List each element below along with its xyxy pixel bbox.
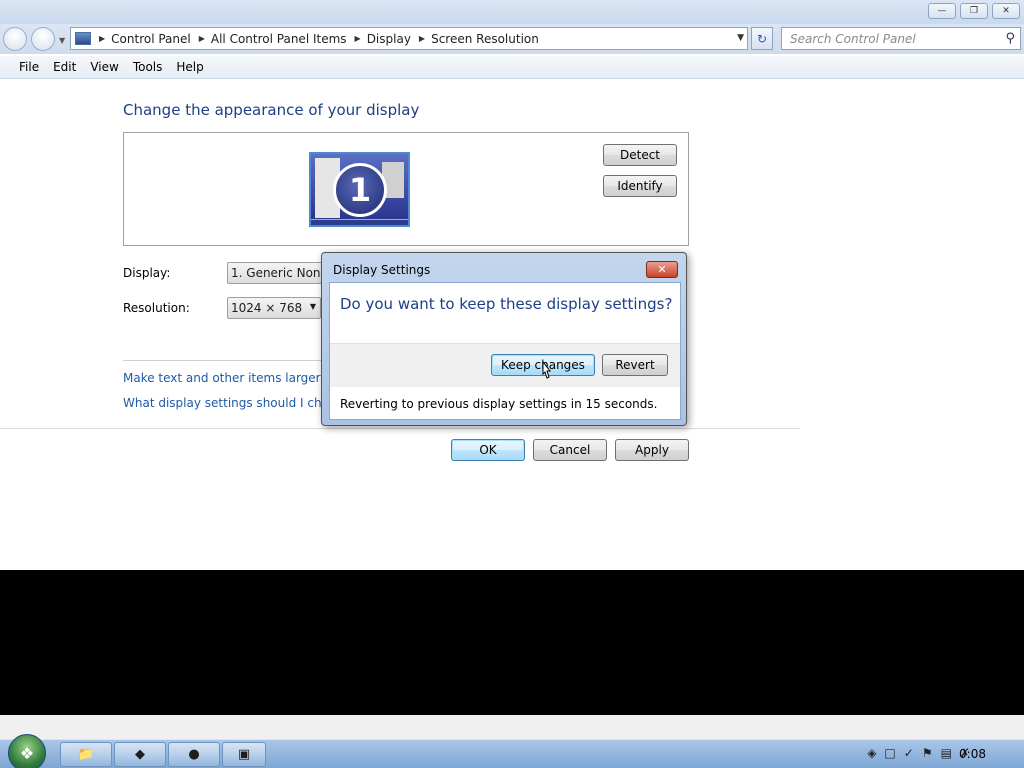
display-value: 1. Generic Non-P — [231, 266, 327, 280]
identify-button[interactable]: Identify — [603, 175, 677, 197]
apply-button[interactable]: Apply — [615, 439, 689, 461]
minimize-icon[interactable]: — — [928, 3, 956, 19]
dialog-button-bar: Keep changes Revert — [330, 343, 680, 387]
menu-edit[interactable]: Edit — [46, 60, 83, 74]
menu-file[interactable]: File — [12, 60, 46, 74]
close-icon[interactable]: ✕ — [992, 3, 1020, 19]
globe-taskbar-icon[interactable]: ● — [168, 742, 220, 767]
search-placeholder: Search Control Panel — [790, 31, 916, 46]
system-tray: ◈ □ ✓ ⚑ ▤ ✗ — [867, 746, 970, 760]
dialog-body: Do you want to keep these display settin… — [329, 282, 681, 420]
menu-bar: File Edit View Tools Help — [0, 56, 1024, 79]
display-settings-dialog: Display Settings ✕ Do you want to keep t… — [321, 252, 687, 426]
breadcrumb-item[interactable]: Display — [367, 32, 411, 46]
explorer-taskbar-icon[interactable]: 📁 — [60, 742, 112, 767]
monitor-number: 1 — [333, 163, 387, 217]
chevron-down-icon: ▼ — [309, 302, 316, 311]
forward-icon[interactable] — [31, 27, 55, 51]
breadcrumb: ▶ Control Panel ▶ All Control Panel Items … — [99, 31, 539, 46]
refresh-icon[interactable]: ↻ — [751, 27, 773, 50]
control-panel-window: — ❐ ✕ ▼ ▶ Control Panel ▶ All Control Pane… — [0, 0, 1024, 570]
search-input[interactable]: Search Control Panel ⚲ — [781, 27, 1021, 50]
divider — [123, 360, 323, 361]
media-taskbar-icon[interactable]: ◆ — [114, 742, 166, 767]
security-tray-icon[interactable]: ✓ — [904, 746, 914, 760]
address-bar[interactable]: ▶ Control Panel ▶ All Control Panel Items … — [70, 27, 748, 50]
revert-button[interactable]: Revert — [602, 354, 668, 376]
page-title: Change the appearance of your display — [123, 101, 420, 119]
dialog-title: Display Settings — [333, 263, 431, 277]
address-row: ▼ ▶ Control Panel ▶ All Control Panel Item… — [0, 24, 1024, 54]
resolution-select[interactable]: 1024 × 768 ▼ — [227, 297, 321, 319]
address-dropdown-icon[interactable]: ▼ — [737, 33, 744, 43]
menu-view[interactable]: View — [83, 60, 125, 74]
dialog-question: Do you want to keep these display settin… — [340, 295, 673, 313]
close-icon[interactable]: ✕ — [646, 261, 678, 278]
resolution-value: 1024 × 768 — [231, 301, 303, 315]
control-panel-taskbar-icon[interactable]: ▣ — [222, 742, 266, 767]
taskbar: ❖ 📁 ◆ ● ▣ ◈ □ ✓ ⚑ ▤ ✗ 0:08 — [0, 734, 1024, 768]
breadcrumb-item[interactable]: Screen Resolution — [431, 32, 539, 46]
restore-icon[interactable]: ❐ — [960, 3, 988, 19]
back-icon[interactable] — [3, 27, 27, 51]
flag-tray-icon[interactable]: ⚑ — [922, 746, 933, 760]
detect-button[interactable]: Detect — [603, 144, 677, 166]
menu-tools[interactable]: Tools — [126, 60, 170, 74]
ok-button[interactable]: OK — [451, 439, 525, 461]
cancel-button[interactable]: Cancel — [533, 439, 607, 461]
network-tray-icon[interactable]: ◈ — [867, 746, 876, 760]
breadcrumb-item[interactable]: Control Panel — [111, 32, 191, 46]
control-panel-icon — [75, 32, 91, 45]
clock[interactable]: 0:08 — [959, 747, 986, 761]
countdown-text: Reverting to previous display settings i… — [340, 397, 658, 411]
breadcrumb-item[interactable]: All Control Panel Items — [211, 32, 347, 46]
document-tray-icon[interactable]: □ — [884, 746, 895, 760]
resolution-label: Resolution: — [123, 301, 190, 315]
display-select[interactable]: 1. Generic Non-P — [227, 262, 327, 284]
search-icon[interactable]: ⚲ — [1005, 31, 1015, 46]
menu-help[interactable]: Help — [169, 60, 210, 74]
mouse-cursor-icon — [542, 361, 552, 379]
connection-tray-icon[interactable]: ▤ — [941, 746, 952, 760]
monitor-icon[interactable]: 1 — [309, 152, 410, 227]
display-preview: 1 Detect Identify — [123, 132, 689, 246]
divider — [0, 428, 800, 429]
start-icon[interactable]: ❖ — [8, 734, 46, 768]
desktop-strip — [0, 715, 1024, 739]
title-bar: — ❐ ✕ — [0, 0, 1024, 24]
settings-help-link[interactable]: What display settings should I choose — [123, 396, 350, 410]
display-label: Display: — [123, 266, 171, 280]
recent-pages-icon[interactable]: ▼ — [59, 36, 65, 45]
